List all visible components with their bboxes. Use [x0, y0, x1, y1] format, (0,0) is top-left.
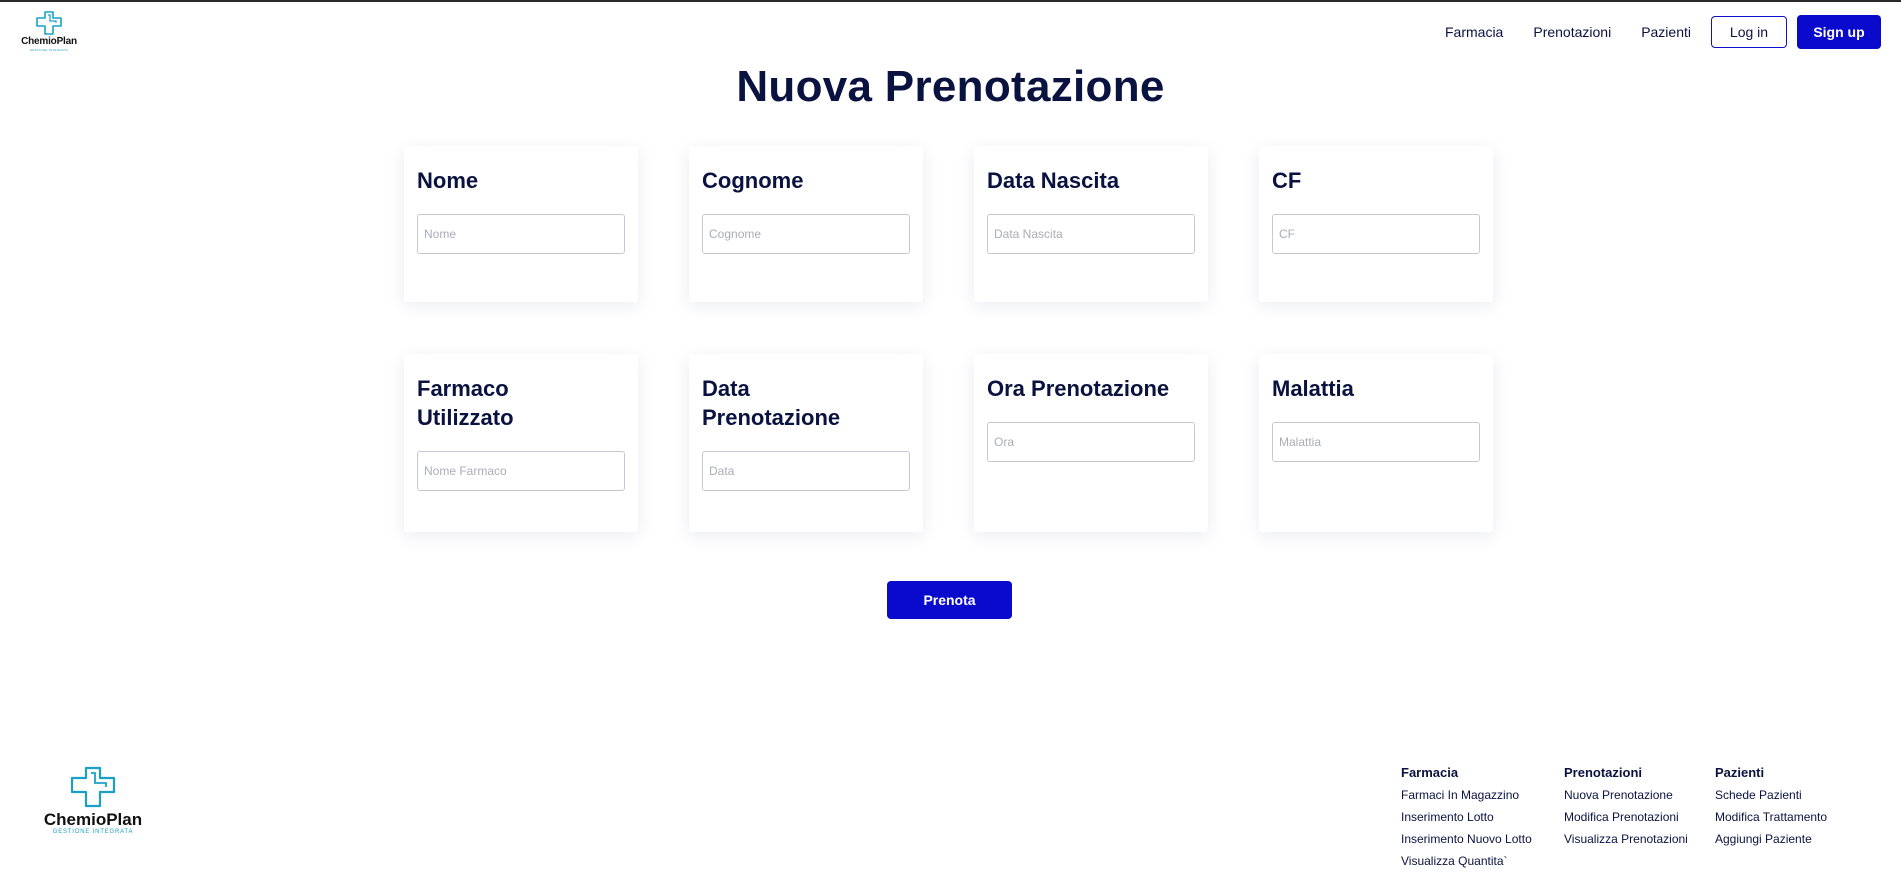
medical-cross-icon: [70, 766, 116, 808]
nav-prenotazioni[interactable]: Prenotazioni: [1533, 24, 1611, 40]
field-label: CF: [1272, 168, 1302, 193]
footer-link[interactable]: Visualizza Prenotazioni: [1564, 828, 1688, 850]
field-label: Data Nascita: [987, 168, 1120, 193]
field-label: Ora Prenotazione: [987, 376, 1170, 401]
footer-heading: Pazienti: [1715, 765, 1765, 780]
login-button[interactable]: Log in: [1711, 16, 1787, 48]
footer-link[interactable]: Nuova Prenotazione: [1564, 784, 1688, 806]
medical-cross-icon: [36, 11, 62, 35]
cognome-input[interactable]: [702, 214, 910, 254]
field-label: Data Prenotazione: [702, 376, 841, 430]
brand-name: ChemioPlan: [21, 36, 77, 47]
field-card-nome: Nome: [404, 146, 638, 302]
field-label: Cognome: [702, 168, 804, 193]
brand-tagline: GESTIONE INTEGRATA: [29, 48, 69, 52]
header-logo[interactable]: ChemioPlan GESTIONE INTEGRATA: [18, 11, 80, 55]
footer-column-prenotazioni: Prenotazioni Nuova Prenotazione Modifica…: [1564, 764, 1688, 850]
footer-link[interactable]: Visualizza Quantita`: [1401, 850, 1532, 872]
footer-link[interactable]: Farmaci In Magazzino: [1401, 784, 1532, 806]
footer-link[interactable]: Schede Pazienti: [1715, 784, 1827, 806]
window-top-border: [0, 0, 1901, 2]
field-card-malattia: Malattia: [1259, 354, 1493, 532]
data-nascita-input[interactable]: [987, 214, 1195, 254]
footer-logo[interactable]: ChemioPlan GESTIONE INTEGRATA: [38, 762, 148, 836]
footer-link[interactable]: Inserimento Nuovo Lotto: [1401, 828, 1532, 850]
field-label: Nome: [417, 168, 479, 193]
footer-link[interactable]: Modifica Prenotazioni: [1564, 806, 1688, 828]
prenota-button[interactable]: Prenota: [887, 581, 1012, 619]
signup-button[interactable]: Sign up: [1797, 15, 1881, 49]
footer-link[interactable]: Aggiungi Paziente: [1715, 828, 1827, 850]
cf-input[interactable]: [1272, 214, 1480, 254]
data-prenotazione-input[interactable]: [702, 451, 910, 491]
nav-farmacia[interactable]: Farmacia: [1445, 24, 1503, 40]
ora-input[interactable]: [987, 422, 1195, 462]
farmaco-input[interactable]: [417, 451, 625, 491]
brand-name: ChemioPlan: [43, 810, 143, 829]
field-card-cognome: Cognome: [689, 146, 923, 302]
page-title: Nuova Prenotazione: [736, 62, 1165, 111]
footer-column-farmacia: Farmacia Farmaci In Magazzino Inseriment…: [1401, 764, 1532, 872]
footer-link[interactable]: Modifica Trattamento: [1715, 806, 1827, 828]
field-card-cf: CF: [1259, 146, 1493, 302]
nav-pazienti[interactable]: Pazienti: [1641, 24, 1691, 40]
field-card-data-prenotazione: Data Prenotazione: [689, 354, 923, 532]
malattia-input[interactable]: [1272, 422, 1480, 462]
field-card-ora: Ora Prenotazione: [974, 354, 1208, 532]
field-card-data-nascita: Data Nascita: [974, 146, 1208, 302]
footer-column-pazienti: Pazienti Schede Pazienti Modifica Tratta…: [1715, 764, 1827, 850]
footer-heading: Farmacia: [1401, 765, 1459, 780]
brand-tagline: GESTIONE INTEGRATA: [52, 829, 134, 835]
footer-heading: Prenotazioni: [1564, 765, 1643, 780]
field-card-farmaco: Farmaco Utilizzato: [404, 354, 638, 532]
field-label: Malattia: [1272, 376, 1354, 401]
field-label: Farmaco Utilizzato: [417, 376, 514, 430]
footer-link[interactable]: Inserimento Lotto: [1401, 806, 1532, 828]
nome-input[interactable]: [417, 214, 625, 254]
top-nav: Farmacia Prenotazioni Pazienti Log in Si…: [1445, 15, 1881, 49]
